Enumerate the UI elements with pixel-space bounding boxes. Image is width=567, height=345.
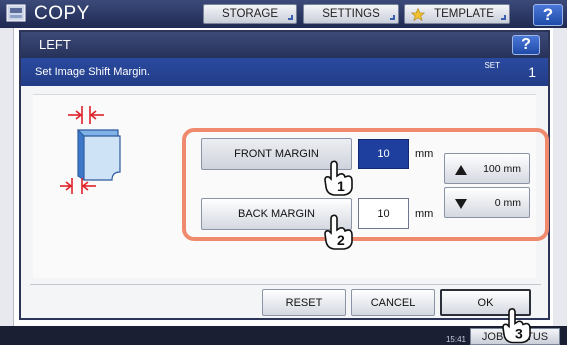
background-left-edge	[0, 28, 14, 328]
dialog-title: LEFT	[39, 37, 71, 52]
star-icon	[411, 8, 425, 21]
increase-label: 100 mm	[483, 163, 521, 175]
status-time: 15:41	[445, 335, 466, 344]
tab-storage-label: STORAGE	[221, 8, 279, 20]
background-right-edge	[553, 28, 567, 328]
up-triangle-icon	[455, 165, 467, 175]
decrease-button[interactable]: 0 mm	[444, 187, 530, 218]
set-number: 1	[528, 64, 536, 80]
image-shift-illustration	[60, 106, 121, 194]
corner-icon	[288, 15, 293, 20]
app-top-bar: COPY STORAGE SETTINGS TEMPLATE ?	[0, 0, 567, 28]
pointer-hand-icon: 2	[324, 214, 353, 250]
tab-storage[interactable]: STORAGE	[203, 4, 297, 24]
back-margin-unit: mm	[415, 208, 434, 220]
back-margin-value[interactable]: 10	[358, 198, 409, 229]
front-margin-value[interactable]: 10	[358, 139, 409, 169]
decrease-label: 0 mm	[494, 197, 521, 209]
corner-icon	[501, 15, 506, 20]
marker-3: 3	[515, 326, 523, 342]
increase-button[interactable]: 100 mm	[444, 153, 530, 184]
cancel-button[interactable]: CANCEL	[351, 289, 435, 316]
dialog-title-bar: LEFT ?	[21, 32, 548, 58]
down-triangle-icon	[455, 199, 467, 209]
pointer-hand-icon: 1	[324, 160, 353, 196]
marker-1: 1	[337, 178, 345, 194]
dialog-instruction: Set Image Shift Margin.	[35, 66, 150, 78]
set-label: SET	[484, 61, 500, 70]
tab-template[interactable]: TEMPLATE	[404, 4, 510, 24]
front-margin-unit: mm	[415, 148, 434, 160]
app-title: COPY	[34, 3, 90, 24]
pointer-hand-icon: 3	[502, 308, 531, 344]
dialog-help-button[interactable]: ?	[512, 35, 540, 55]
dialog-subtitle-bar: Set Image Shift Margin. SET 1	[21, 58, 548, 86]
corner-icon	[390, 15, 395, 20]
tab-template-label: TEMPLATE	[434, 8, 494, 20]
reset-button[interactable]: RESET	[262, 289, 346, 316]
copy-app-icon	[6, 4, 26, 22]
marker-2: 2	[337, 232, 345, 248]
dialog-divider	[30, 284, 541, 285]
tab-settings-label: SETTINGS	[322, 8, 380, 20]
screen: COPY STORAGE SETTINGS TEMPLATE ? 15:41 J…	[0, 0, 567, 345]
tab-settings[interactable]: SETTINGS	[303, 4, 399, 24]
help-button[interactable]: ?	[533, 4, 563, 26]
